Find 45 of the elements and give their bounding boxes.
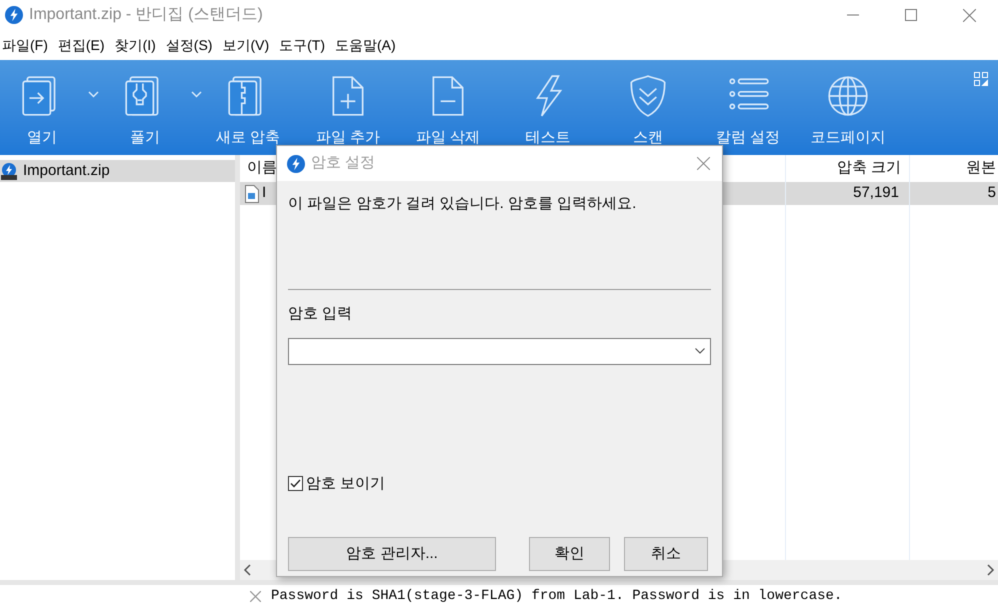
app-logo-icon <box>5 6 23 24</box>
toolbar-button[interactable]: 풀기 <box>107 73 183 150</box>
password-manager-button[interactable]: 암호 관리자... <box>288 537 496 571</box>
image-file-icon <box>245 184 259 202</box>
sidebar-item[interactable]: Important.zip <box>0 160 235 182</box>
menu-item[interactable]: 찾기(I) <box>112 34 158 56</box>
dropdown-caret-icon[interactable] <box>695 348 705 354</box>
menu-item[interactable]: 도움말(A) <box>333 34 398 56</box>
dialog-message: 이 파일은 암호가 걸려 있습니다. 암호를 입력하세요. <box>288 194 638 214</box>
table-cell-text: 57,191 <box>852 183 900 204</box>
toolbar-button[interactable]: 파일 삭제 <box>410 73 486 150</box>
status-message: Password is SHA1(stage-3-FLAG) from Lab-1. Password is in lowercase. <box>271 587 842 606</box>
toolbar-button[interactable]: 파일 추가 <box>310 73 386 150</box>
menu-item[interactable]: 편집(E) <box>56 34 107 56</box>
close-icon[interactable] <box>250 591 261 602</box>
window-title: Important.zip - 반디집 (스탠더드) <box>29 5 263 25</box>
scroll-left-icon[interactable] <box>243 564 251 576</box>
scroll-right-icon[interactable] <box>987 564 995 576</box>
checkmark-icon <box>290 479 301 488</box>
table-cell-text: 5 <box>986 183 997 204</box>
minimize-icon <box>847 14 859 16</box>
password-field[interactable] <box>288 338 711 364</box>
toolbar-button[interactable]: 새로 압축 <box>210 73 286 150</box>
close-icon <box>697 157 710 170</box>
menu-item[interactable]: 파일(F) <box>0 34 50 56</box>
dialog-title: 암호 설정 <box>311 153 376 174</box>
toolbar-button[interactable]: 테스트 <box>510 73 586 150</box>
menu-item[interactable]: 설정(S) <box>164 34 214 56</box>
ok-button[interactable]: 확인 <box>529 537 610 571</box>
toolbar-button[interactable]: 열기 <box>4 73 80 150</box>
menu-item[interactable]: 보기(V) <box>220 34 272 56</box>
zip-file-icon <box>0 162 18 180</box>
cancel-button[interactable]: 취소 <box>624 537 708 571</box>
close-icon <box>962 8 976 22</box>
close-button[interactable] <box>697 157 710 170</box>
layout-icon[interactable] <box>974 72 988 86</box>
app-logo-icon <box>287 154 305 172</box>
show-password-checkbox[interactable]: 암호 보이기 <box>288 472 386 495</box>
table-cell-text: I <box>262 183 266 204</box>
toolbar-button[interactable]: 코드페이지 <box>810 73 886 150</box>
maximize-icon <box>905 9 917 21</box>
menu-item[interactable]: 도구(T) <box>277 34 328 56</box>
field-label: 암호 입력 <box>288 304 354 324</box>
toolbar-button[interactable]: 칼럼 설정 <box>710 73 786 150</box>
toolbar-button[interactable]: 스캔 <box>610 73 686 150</box>
